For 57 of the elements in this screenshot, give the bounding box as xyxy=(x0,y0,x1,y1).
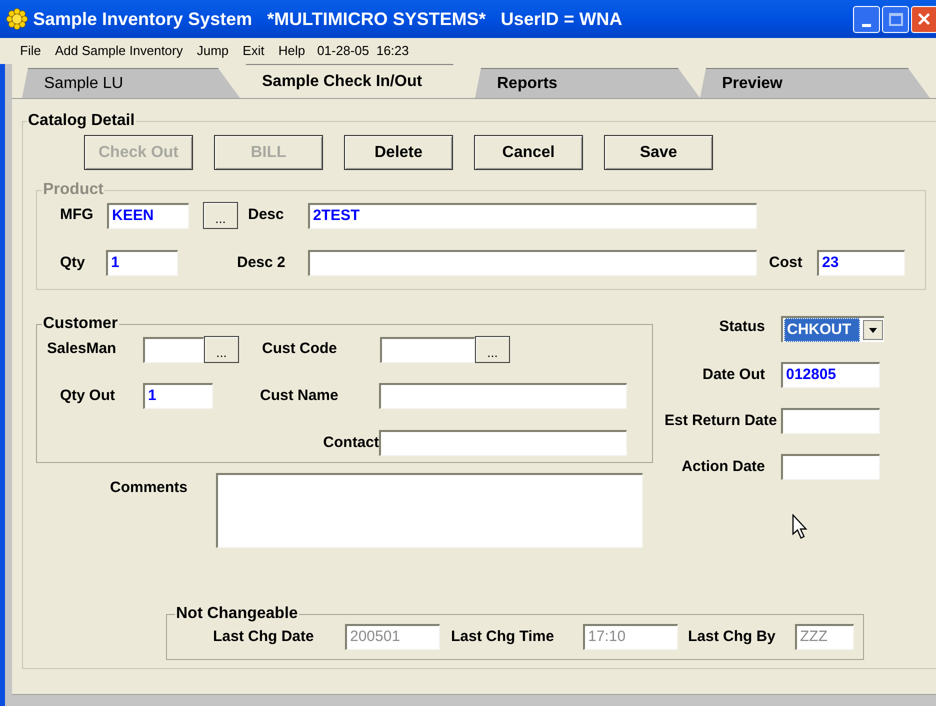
field-label: MFG xyxy=(59,205,94,226)
menu-item[interactable]: Exit xyxy=(242,41,264,61)
group-title: Customer xyxy=(42,314,119,334)
maximize-button[interactable] xyxy=(882,6,909,32)
field-label: SalesMan xyxy=(46,339,118,360)
menu-item[interactable]: Jump xyxy=(196,41,229,61)
text-field[interactable] xyxy=(379,383,627,409)
status-dropdown[interactable]: CHKOUT xyxy=(781,316,884,342)
minimize-icon xyxy=(862,24,871,26)
browse-button[interactable]: ... xyxy=(204,336,239,363)
mouse-cursor-icon xyxy=(792,514,808,540)
field-label: Qty xyxy=(59,252,86,273)
group-title: Catalog Detail xyxy=(27,111,136,131)
field-label: Last Chg By xyxy=(687,626,777,647)
browse-button[interactable]: ... xyxy=(475,336,510,363)
field-label: Action Date xyxy=(680,456,766,477)
menu-item[interactable]: Add Sample Inventory xyxy=(54,41,183,61)
field-label: Cust Code xyxy=(261,339,338,360)
menu-datetime: 01-28-05 16:23 xyxy=(317,42,409,60)
group-title: Product xyxy=(42,180,104,200)
tab[interactable]: Sample LU xyxy=(22,68,240,98)
comments-field[interactable] xyxy=(216,473,643,548)
field-label: Date Out xyxy=(701,364,766,385)
text-field[interactable] xyxy=(781,454,880,480)
text-field[interactable] xyxy=(308,250,757,276)
field-label: Qty Out xyxy=(59,386,116,406)
text-field[interactable]: 012805 xyxy=(781,362,880,388)
close-button[interactable] xyxy=(911,6,936,32)
close-icon xyxy=(917,12,931,26)
field-label: Est Return Date xyxy=(663,410,777,431)
action-button[interactable]: Cancel xyxy=(474,135,583,170)
field-label: Cost xyxy=(768,252,804,273)
window-title: Sample Inventory System *MULTIMICRO SYSTEMS* UserID = WNA xyxy=(33,8,622,31)
minimize-button[interactable] xyxy=(853,6,880,32)
group-title: Not Changeable xyxy=(175,604,299,624)
menu-item[interactable]: File xyxy=(20,41,41,61)
text-field[interactable] xyxy=(781,408,880,434)
text-field[interactable]: 1 xyxy=(143,383,213,409)
field-label: Status xyxy=(718,317,766,338)
tab[interactable]: Preview xyxy=(700,68,930,98)
field-label: Desc 2 xyxy=(236,252,286,273)
field-label: Last Chg Date xyxy=(212,626,315,647)
text-field[interactable] xyxy=(379,430,627,456)
text-field[interactable] xyxy=(143,336,204,362)
action-button[interactable]: Delete xyxy=(344,135,453,170)
field-label: Desc xyxy=(247,205,285,226)
tab[interactable]: Reports xyxy=(475,68,700,98)
sun-icon xyxy=(6,8,28,30)
text-field[interactable] xyxy=(380,336,475,362)
maximize-icon xyxy=(888,12,902,26)
field-label: Contact xyxy=(322,432,379,453)
action-button[interactable]: Save xyxy=(604,135,713,170)
status-value: CHKOUT xyxy=(784,318,860,342)
field-label: Last Chg Time xyxy=(450,626,556,647)
field-label: Comments xyxy=(109,478,189,498)
menu-item[interactable]: Help xyxy=(278,41,306,61)
field-label: Cust Name xyxy=(259,386,340,406)
